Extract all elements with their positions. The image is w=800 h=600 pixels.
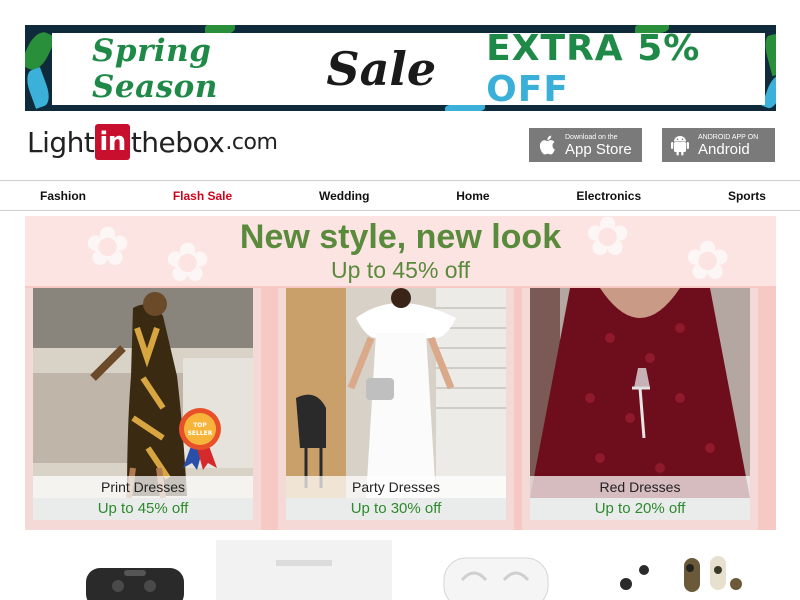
android-button[interactable]: ANDROID APP ON Android [662,128,775,162]
promo-extra-amount: EXTRA 5% [486,28,701,69]
earbuds-icon [443,557,549,600]
card-label: Red Dresses [530,476,750,498]
hero-section: ✿ ✿ ✿ ✿ New style, new look Up to 45% of… [25,216,776,530]
apple-icon [537,133,557,157]
promo-sale-text: Sale [326,42,437,96]
android-text: ANDROID APP ON Android [698,133,758,158]
logo-thebox: thebox [130,125,225,159]
card-label: Print Dresses [33,476,253,498]
print-dress-image: TOP SELLER [33,288,253,498]
product-thumb[interactable] [440,540,550,600]
promo-spring-text: Spring Season [92,33,218,105]
logo-com: .com [225,129,278,155]
promo-extra-text: EXTRA 5% OFF [486,28,765,110]
earbuds-camo-icon [620,556,742,592]
promo-off-text: OFF [486,69,569,110]
app-store-text: Download on the App Store [565,133,632,158]
card-label: Party Dresses [286,476,506,498]
product-thumb[interactable] [216,540,392,600]
promo-banner[interactable]: Spring Season Sale EXTRA 5% OFF [25,25,776,111]
leaf-decoration [25,67,53,109]
nav-flash-sale[interactable]: Flash Sale [173,189,232,203]
game-controller-icon [86,568,184,600]
category-card-red-dresses[interactable]: Red Dresses Up to 20% off [522,288,758,530]
product-thumb[interactable] [80,540,190,600]
category-card-print-dresses[interactable]: TOP SELLER Print Dresses Up to 45% off [25,288,261,530]
top-seller-badge-icon: TOP SELLER [179,408,221,470]
app-store-button[interactable]: Download on the App Store [529,128,642,162]
nav-electronics[interactable]: Electronics [576,189,641,203]
svg-text:TOP: TOP [193,422,207,429]
product-placeholder-icon [216,540,392,600]
red-dress-image [530,288,750,498]
nav-wedding[interactable]: Wedding [319,189,369,203]
category-card-party-dresses[interactable]: Party Dresses Up to 30% off [278,288,514,530]
svg-text:SELLER: SELLER [188,430,213,437]
android-icon [670,133,690,157]
nav-home[interactable]: Home [456,189,489,203]
card-discount: Up to 45% off [33,498,253,520]
app-store-label: App Store [565,140,632,158]
party-dress-image [286,288,506,498]
card-discount: Up to 30% off [286,498,506,520]
category-nav: Fashion Flash Sale Wedding Home Electron… [0,180,800,211]
site-logo[interactable]: Light in thebox .com [27,124,278,160]
hero-subtitle: Up to 45% off [331,257,470,283]
logo-light: Light [27,125,95,159]
promo-content: Spring Season Sale EXTRA 5% OFF [52,28,765,110]
hero-header[interactable]: ✿ ✿ ✿ ✿ New style, new look Up to 45% of… [25,216,776,286]
android-label: Android [698,140,750,158]
nav-sports[interactable]: Sports [728,189,766,203]
product-thumb[interactable] [614,540,744,600]
logo-in: in [95,124,130,160]
card-discount: Up to 20% off [530,498,750,520]
nav-fashion[interactable]: Fashion [40,189,86,203]
hero-title: New style, new look [239,218,562,256]
